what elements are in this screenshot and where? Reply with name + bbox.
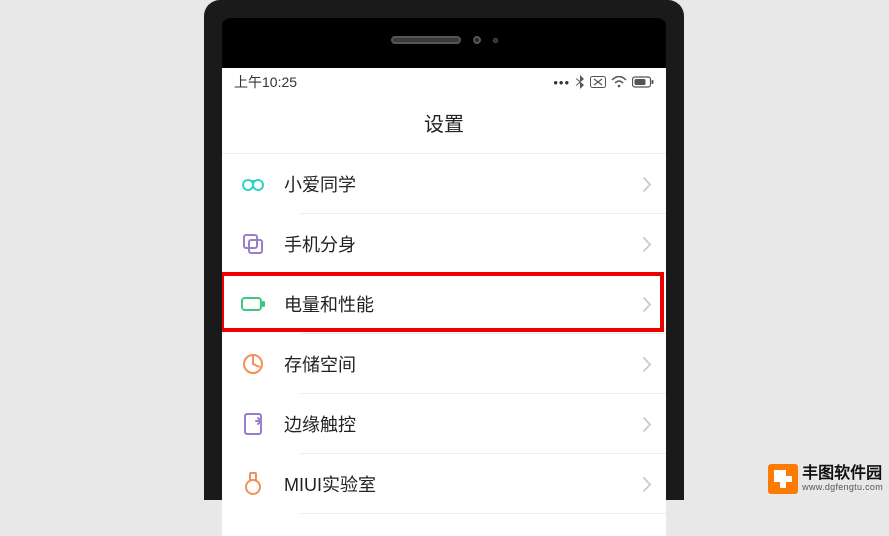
phone-bezel: 上午10:25 设置 小爱同学 bbox=[222, 18, 666, 500]
edge-touch-icon bbox=[222, 412, 284, 436]
settings-item-miui-lab[interactable]: MIUI实验室 bbox=[222, 454, 666, 514]
phone-speaker-area bbox=[222, 32, 666, 48]
item-label: 边缘触控 bbox=[284, 411, 643, 437]
dual-app-icon bbox=[222, 232, 284, 256]
screen: 上午10:25 设置 小爱同学 bbox=[222, 68, 666, 536]
settings-item-battery[interactable]: 电量和性能 bbox=[222, 274, 666, 334]
more-icon bbox=[553, 74, 570, 90]
settings-list: 小爱同学 手机分身 bbox=[222, 154, 666, 514]
settings-item-dual-app[interactable]: 手机分身 bbox=[222, 214, 666, 274]
watermark-url: www.dgfengtu.com bbox=[802, 483, 883, 493]
page-title: 设置 bbox=[222, 96, 666, 154]
item-label: 存储空间 bbox=[284, 351, 643, 377]
settings-item-edge-touch[interactable]: 边缘触控 bbox=[222, 394, 666, 454]
do-not-disturb-icon bbox=[590, 76, 606, 88]
chevron-right-icon bbox=[643, 297, 652, 312]
chevron-right-icon bbox=[643, 237, 652, 252]
item-label: 小爱同学 bbox=[284, 171, 643, 197]
front-camera bbox=[473, 36, 481, 44]
chevron-right-icon bbox=[643, 477, 652, 492]
chevron-right-icon bbox=[643, 177, 652, 192]
speaker-grill bbox=[391, 36, 461, 44]
settings-item-storage[interactable]: 存储空间 bbox=[222, 334, 666, 394]
bluetooth-icon bbox=[575, 75, 585, 89]
wifi-icon bbox=[611, 76, 627, 88]
watermark-name: 丰图软件园 bbox=[802, 465, 883, 483]
xiaoai-icon bbox=[222, 171, 284, 197]
storage-icon bbox=[222, 352, 284, 376]
item-label: MIUI实验室 bbox=[284, 471, 643, 497]
settings-item-xiaoai[interactable]: 小爱同学 bbox=[222, 154, 666, 214]
sensor-dot bbox=[493, 38, 498, 43]
item-label: 手机分身 bbox=[284, 231, 643, 257]
phone-frame: 上午10:25 设置 小爱同学 bbox=[204, 0, 684, 500]
watermark-logo bbox=[768, 464, 798, 494]
status-icons bbox=[553, 74, 654, 90]
battery-icon bbox=[632, 76, 654, 88]
item-label: 电量和性能 bbox=[284, 291, 643, 317]
battery-perf-icon bbox=[222, 295, 284, 313]
lab-icon bbox=[222, 471, 284, 497]
status-time: 上午10:25 bbox=[234, 72, 297, 92]
status-bar: 上午10:25 bbox=[222, 68, 666, 96]
chevron-right-icon bbox=[643, 357, 652, 372]
chevron-right-icon bbox=[643, 417, 652, 432]
watermark: 丰图软件园 www.dgfengtu.com bbox=[768, 464, 883, 494]
